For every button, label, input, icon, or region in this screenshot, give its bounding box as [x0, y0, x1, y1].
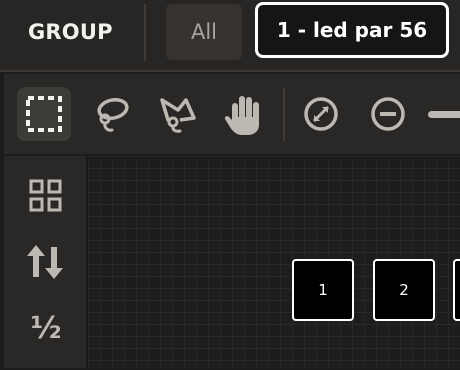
- polygon-lasso-tool[interactable]: [151, 87, 205, 141]
- polygon-lasso-icon: [160, 98, 196, 133]
- selected-fixture-button[interactable]: 1 - led par 56: [255, 2, 449, 58]
- zoom-slider-track[interactable]: [428, 111, 460, 118]
- hand-tool[interactable]: [218, 87, 272, 141]
- group-label: GROUP: [28, 20, 113, 44]
- fixture-1[interactable]: 1: [292, 259, 354, 321]
- sort-icon: [27, 245, 63, 279]
- lasso-tool[interactable]: [85, 87, 139, 141]
- all-button[interactable]: All: [166, 4, 242, 60]
- zoom-out-tool[interactable]: [361, 87, 415, 141]
- sort-button[interactable]: [20, 236, 72, 288]
- grid-layout-button[interactable]: [20, 170, 72, 222]
- grid-layout-icon: [29, 179, 62, 212]
- toolbar-divider: [283, 88, 285, 141]
- half-icon: ½: [30, 310, 62, 346]
- header-divider: [144, 4, 146, 61]
- zoom-out-icon: [371, 97, 405, 131]
- rect-select-tool[interactable]: [17, 87, 71, 141]
- hand-icon: [224, 96, 259, 135]
- zoom-fit-icon: [304, 97, 338, 131]
- half-button[interactable]: ½: [20, 302, 72, 354]
- lasso-icon: [97, 97, 129, 132]
- fixture-3[interactable]: [453, 259, 460, 321]
- fixture-2[interactable]: 2: [373, 259, 435, 321]
- top-bar: GROUP All 1 - led par 56: [0, 0, 460, 64]
- rect-select-icon: [26, 96, 62, 132]
- zoom-fit-tool[interactable]: [294, 87, 348, 141]
